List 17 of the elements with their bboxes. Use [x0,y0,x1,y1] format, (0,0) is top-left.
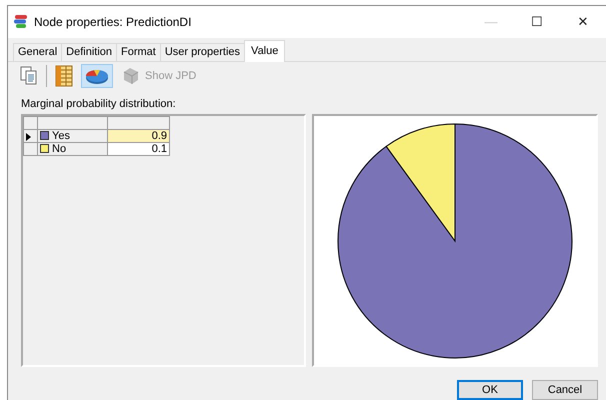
copy-icon [20,66,38,86]
window-title: Node properties: PredictionDI [34,14,192,31]
table-icon [55,64,73,87]
state-cell: Yes [38,130,108,143]
app-icon [14,15,28,28]
pie-chart-button[interactable] [81,64,113,88]
ok-button[interactable]: OK [457,380,523,400]
row-pointer-icon [26,132,31,141]
value-cell[interactable]: 0.9 [108,130,170,143]
maximize-button[interactable]: ☐ [514,12,560,32]
tab[interactable]: Value [244,40,286,62]
tab[interactable]: General [13,42,62,61]
state-cell: No [38,142,108,156]
section-label: Marginal probability distribution: [20,96,177,112]
value-cell[interactable]: 0.1 [108,142,170,156]
cancel-button[interactable]: Cancel [532,380,598,400]
close-button[interactable]: ✕ [560,12,606,32]
